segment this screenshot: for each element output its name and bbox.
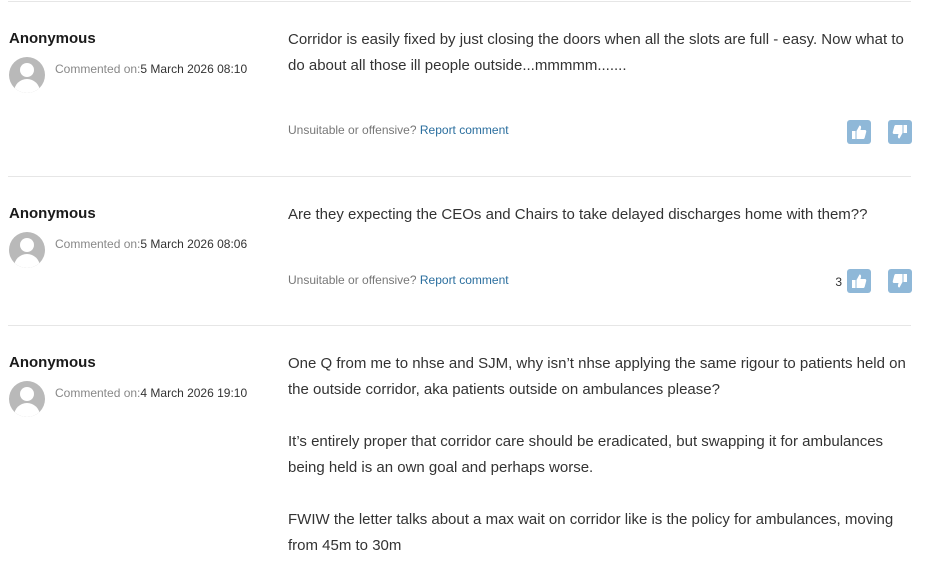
thumbs-up-icon [852, 125, 867, 139]
comment-body: Corridor is easily fixed by just closing… [288, 27, 908, 79]
comment-item: Anonymous Commented on:4 March 2026 19:1… [0, 354, 927, 566]
comment-divider [8, 176, 911, 177]
comment-date: 5 March 2026 08:10 [140, 62, 248, 76]
thumbs-down-icon [892, 125, 907, 139]
comment-meta: Commented on:5 March 2026 08:10 [55, 62, 247, 76]
report-line: Unsuitable or offensive? Report comment [288, 273, 509, 287]
avatar-icon [9, 57, 45, 93]
comment-date: 4 March 2026 19:10 [140, 386, 248, 400]
avatar-icon [9, 381, 45, 417]
report-comment-link[interactable]: Report comment [420, 273, 509, 287]
comment-body: One Q from me to nhse and SJM, why isn’t… [288, 351, 908, 559]
comment-date: 5 March 2026 08:06 [140, 237, 248, 251]
report-comment-link[interactable]: Report comment [420, 123, 509, 137]
comment-author: Anonymous [9, 354, 96, 371]
thumbs-down-button[interactable] [888, 269, 912, 293]
comment-paragraph: Are they expecting the CEOs and Chairs t… [288, 206, 868, 223]
avatar-icon [9, 232, 45, 268]
comment-divider [8, 325, 911, 326]
commented-on-label: Commented on: [55, 62, 141, 76]
thumbs-up-button[interactable] [847, 120, 871, 144]
thumbs-up-icon [852, 274, 867, 288]
comment-author: Anonymous [9, 205, 96, 222]
vote-controls: 3 [822, 269, 912, 293]
comment-paragraph: One Q from me to nhse and SJM, why isn’t… [288, 355, 906, 398]
comment-author: Anonymous [9, 30, 96, 47]
comment-item: Anonymous Commented on:5 March 2026 08:0… [0, 205, 927, 315]
report-line: Unsuitable or offensive? Report comment [288, 123, 509, 137]
report-prompt: Unsuitable or offensive? [288, 123, 417, 137]
comment-paragraph: Corridor is easily fixed by just closing… [288, 31, 904, 74]
thumbs-down-icon [892, 274, 907, 288]
comment-paragraph: It’s entirely proper that corridor care … [288, 433, 884, 476]
like-count: 3 [835, 275, 842, 289]
report-prompt: Unsuitable or offensive? [288, 273, 417, 287]
comment-body: Are they expecting the CEOs and Chairs t… [288, 202, 908, 228]
comment-meta: Commented on:4 March 2026 19:10 [55, 386, 247, 400]
top-divider [8, 1, 911, 2]
commented-on-label: Commented on: [55, 237, 141, 251]
vote-controls [842, 120, 912, 144]
comment-paragraph: FWIW the letter talks about a max wait o… [288, 511, 894, 554]
commented-on-label: Commented on: [55, 386, 141, 400]
comment-item: Anonymous Commented on:5 March 2026 08:1… [0, 30, 927, 170]
thumbs-down-button[interactable] [888, 120, 912, 144]
thumbs-up-button[interactable] [847, 269, 871, 293]
comment-meta: Commented on:5 March 2026 08:06 [55, 237, 247, 251]
